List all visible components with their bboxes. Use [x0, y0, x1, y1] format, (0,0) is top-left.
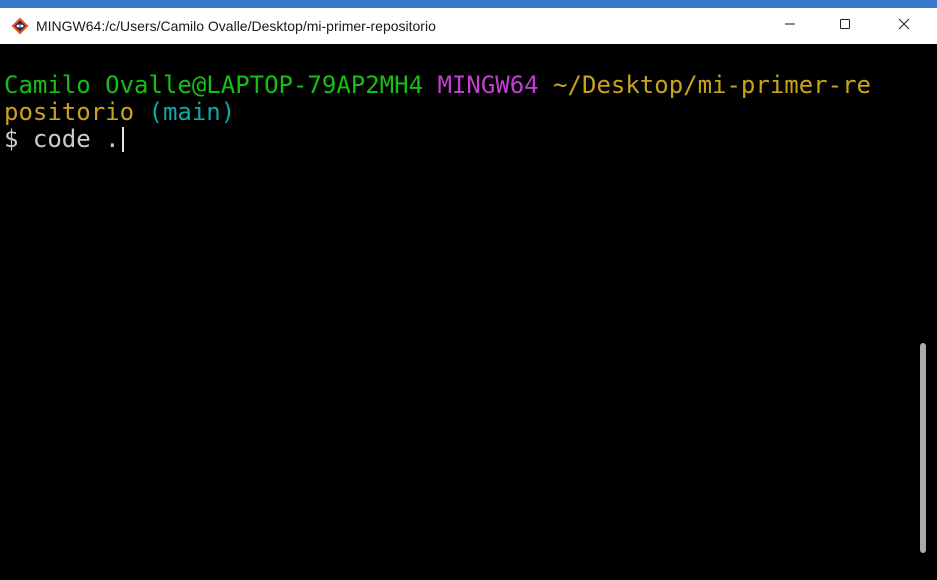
- prompt-line-2: positorio (main): [4, 99, 913, 126]
- window-title: MINGW64:/c/Users/Camilo Ovalle/Desktop/m…: [36, 18, 436, 34]
- close-icon: [898, 17, 910, 35]
- minimize-icon: [784, 17, 796, 35]
- command-line[interactable]: $ code .: [4, 126, 913, 153]
- git-bash-icon: [11, 17, 29, 35]
- scrollbar-thumb[interactable]: [920, 343, 926, 553]
- maximize-button[interactable]: [816, 8, 874, 44]
- prompt-user-host: Camilo Ovalle@LAPTOP-79AP2MH4: [4, 71, 424, 99]
- minimize-button[interactable]: [761, 8, 819, 44]
- prompt-system: MINGW64: [437, 71, 539, 99]
- title-bar[interactable]: MINGW64:/c/Users/Camilo Ovalle/Desktop/m…: [0, 8, 937, 44]
- vertical-scrollbar[interactable]: [913, 44, 937, 578]
- prompt-symbol: $: [4, 125, 19, 153]
- command-text: code .: [32, 125, 120, 153]
- terminal-window: MINGW64:/c/Users/Camilo Ovalle/Desktop/m…: [0, 8, 937, 580]
- prompt-path-part1: ~/Desktop/mi-primer-re: [553, 71, 871, 99]
- maximize-icon: [839, 17, 851, 35]
- prompt-branch: (main): [148, 98, 236, 126]
- terminal-output[interactable]: Camilo Ovalle@LAPTOP-79AP2MH4 MINGW64 ~/…: [0, 44, 913, 578]
- text-cursor: [121, 127, 124, 152]
- prompt-line-1: Camilo Ovalle@LAPTOP-79AP2MH4 MINGW64 ~/…: [4, 72, 913, 99]
- close-button[interactable]: [875, 8, 933, 44]
- prompt-path-part2: positorio: [4, 98, 135, 126]
